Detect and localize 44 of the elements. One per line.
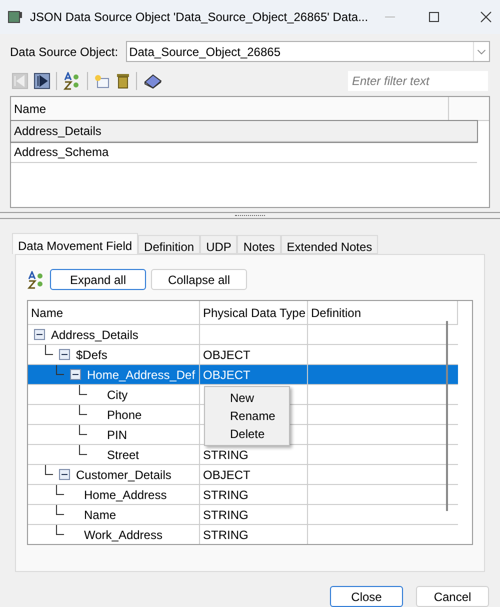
tab[interactable]: Data Movement Field (12, 233, 138, 254)
dialog-button[interactable]: Cancel (416, 586, 489, 607)
tree-item-label: Home_Address (84, 486, 167, 504)
menu-item[interactable]: Delete (205, 425, 289, 443)
tree-item-label: Customer_Details (76, 466, 172, 484)
column-header[interactable]: Physical Data Type (200, 301, 308, 324)
tree-row[interactable]: Customer_Details OBJECT (28, 465, 458, 485)
filter-field[interactable]: Enter filter text (348, 71, 488, 91)
data-type: OBJECT (203, 466, 250, 484)
tree-item-label: Name (84, 506, 116, 524)
source-label: Data Source Object: (10, 44, 118, 60)
tree-item-label: $Defs (76, 346, 108, 364)
tree-item-label: Home_Address_Def (87, 366, 196, 384)
tree-row[interactable]: Work_Address STRING (28, 525, 458, 544)
tree-item-label: PIN (107, 426, 128, 444)
source-dropdown[interactable]: Data_Source_Object_26865 (126, 41, 490, 62)
tree-row[interactable]: Home_Address STRING (28, 485, 458, 505)
tab[interactable]: UDP (200, 235, 238, 254)
data-type: STRING (203, 446, 248, 464)
tree-row[interactable]: Name STRING (28, 505, 458, 525)
window-title: JSON Data Source Object 'Data_Source_Object_26865' Data... (30, 9, 368, 26)
tree-button[interactable]: Collapse all (151, 269, 247, 290)
tree-item-label: Work_Address (84, 526, 162, 544)
data-type: STRING (203, 506, 248, 524)
data-type: OBJECT (203, 346, 250, 364)
tree-row[interactable]: Address_Details (28, 325, 458, 345)
tree-row[interactable]: Home_Address_Def OBJECT (28, 365, 458, 385)
tree-button[interactable]: Expand all (50, 269, 146, 290)
tab[interactable]: Definition (138, 235, 200, 254)
tab[interactable]: Notes (237, 235, 281, 254)
tree-item-label: Street (107, 446, 140, 464)
menu-item[interactable]: New (205, 389, 289, 407)
list-row[interactable]: Address_Schema (11, 142, 477, 163)
data-type: OBJECT (203, 366, 250, 384)
menu-item[interactable]: Rename (205, 407, 289, 425)
dialog-button[interactable]: Close (330, 586, 403, 607)
tree-item-label: Address_Details (51, 326, 138, 344)
list-row[interactable]: Address_Details (11, 121, 477, 142)
data-type: STRING (203, 486, 248, 504)
tree-item-label: City (107, 386, 128, 404)
tree-item-label: Phone (107, 406, 142, 424)
column-header[interactable]: Name (28, 301, 200, 324)
data-type: STRING (203, 526, 248, 544)
tab[interactable]: Extended Notes (280, 235, 378, 254)
